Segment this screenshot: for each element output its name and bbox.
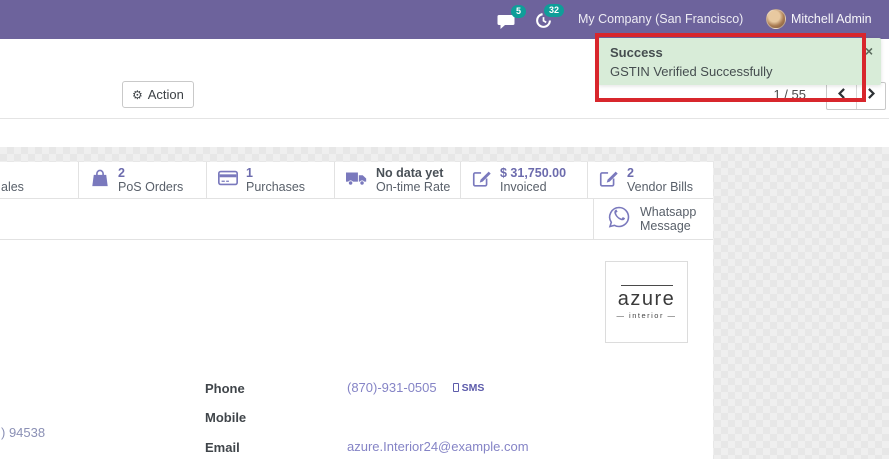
chevron-left-icon — [836, 87, 847, 105]
pencil-square-icon — [471, 167, 493, 194]
on-time-rate-value: No data yet — [376, 166, 444, 180]
vendor-bills-value: 2 — [627, 166, 634, 180]
sales-label: ales — [1, 180, 24, 194]
invoiced-value: $ 31,750.00 — [500, 166, 567, 180]
action-button[interactable]: ⚙ Action — [122, 81, 194, 108]
sales-smart-button[interactable]: ales — [0, 162, 79, 198]
sms-link[interactable]: SMS — [452, 381, 485, 394]
top-navbar: 5 32 My Company (San Francisco) Mitchell… — [0, 0, 889, 39]
logo-rule — [620, 284, 673, 286]
sms-link-label: SMS — [461, 381, 485, 394]
action-button-label: Action — [147, 87, 184, 102]
toast-message: GSTIN Verified Successfully — [610, 64, 773, 79]
phone-field-label: Phone — [205, 381, 245, 396]
whatsapp-label-line2: Message — [640, 219, 691, 233]
pencil-square-icon — [598, 167, 620, 194]
purchases-smart-button[interactable]: 1 Purchases — [207, 162, 335, 198]
whatsapp-message-button[interactable]: Whatsapp Message — [593, 199, 713, 239]
close-icon[interactable]: × — [865, 43, 873, 59]
mobile-field-label: Mobile — [205, 410, 247, 425]
vendor-bills-smart-button[interactable]: 2 Vendor Bills — [588, 162, 713, 198]
on-time-rate-smart-button[interactable]: No data yet On-time Rate — [335, 162, 461, 198]
phone-field-row: Phone (870)-931-0505 SMS — [205, 380, 484, 396]
phone-field-value[interactable]: (870)-931-0505 — [347, 380, 437, 395]
pager-previous-button[interactable] — [827, 83, 856, 109]
activities-badge: 32 — [544, 4, 565, 17]
gear-icon: ⚙ — [132, 87, 143, 102]
purchases-label: Purchases — [246, 180, 306, 194]
company-menu[interactable]: My Company (San Francisco) — [578, 12, 743, 26]
mobile-phone-icon — [452, 383, 459, 392]
chevron-right-icon — [866, 87, 877, 105]
messages-badge: 5 — [511, 5, 527, 18]
whatsapp-icon — [607, 205, 631, 234]
pager — [826, 82, 886, 110]
email-field-row: Email azure.Interior24@example.com — [205, 439, 529, 455]
user-menu[interactable]: Mitchell Admin — [791, 12, 872, 26]
success-toast: Success GSTIN Verified Successfully × — [598, 38, 881, 85]
partner-logo-image[interactable]: azure — interior — — [605, 261, 688, 343]
truck-icon — [345, 167, 369, 194]
email-field-value[interactable]: azure.Interior24@example.com — [347, 439, 529, 454]
address-zip-fragment: ) 94538 — [1, 425, 46, 440]
credit-card-icon — [217, 167, 239, 194]
logo-sub-text: — interior — — [616, 310, 677, 320]
whatsapp-label-line1: Whatsapp — [640, 205, 697, 219]
on-time-rate-label: On-time Rate — [376, 180, 451, 194]
smart-buttons-row-2: Whatsapp Message — [0, 199, 713, 240]
purchases-value: 1 — [246, 166, 253, 180]
page-background: ales 2 PoS Orders 1 Purchases No data ye… — [0, 147, 889, 459]
vendor-bills-label: Vendor Bills — [627, 180, 694, 194]
shopping-bag-icon — [89, 167, 111, 194]
pos-orders-smart-button[interactable]: 2 PoS Orders — [79, 162, 207, 198]
invoiced-smart-button[interactable]: $ 31,750.00 Invoiced — [461, 162, 588, 198]
pager-counter: 1 / 55 — [773, 87, 806, 102]
logo-brand-text: azure — [617, 287, 676, 310]
pos-orders-value: 2 — [118, 166, 125, 180]
pager-next-button[interactable] — [856, 83, 885, 109]
form-sheet: ales 2 PoS Orders 1 Purchases No data ye… — [0, 162, 713, 459]
mobile-field-row: Mobile — [205, 409, 347, 425]
toast-title: Success — [610, 45, 663, 60]
email-field-label: Email — [205, 440, 240, 455]
invoiced-label: Invoiced — [500, 180, 547, 194]
smart-buttons-row: ales 2 PoS Orders 1 Purchases No data ye… — [0, 162, 713, 199]
pos-orders-label: PoS Orders — [118, 180, 184, 194]
user-avatar[interactable] — [766, 9, 786, 29]
partner-form-body: azure — interior — ) 94538 Phone (870)-9… — [0, 240, 713, 459]
